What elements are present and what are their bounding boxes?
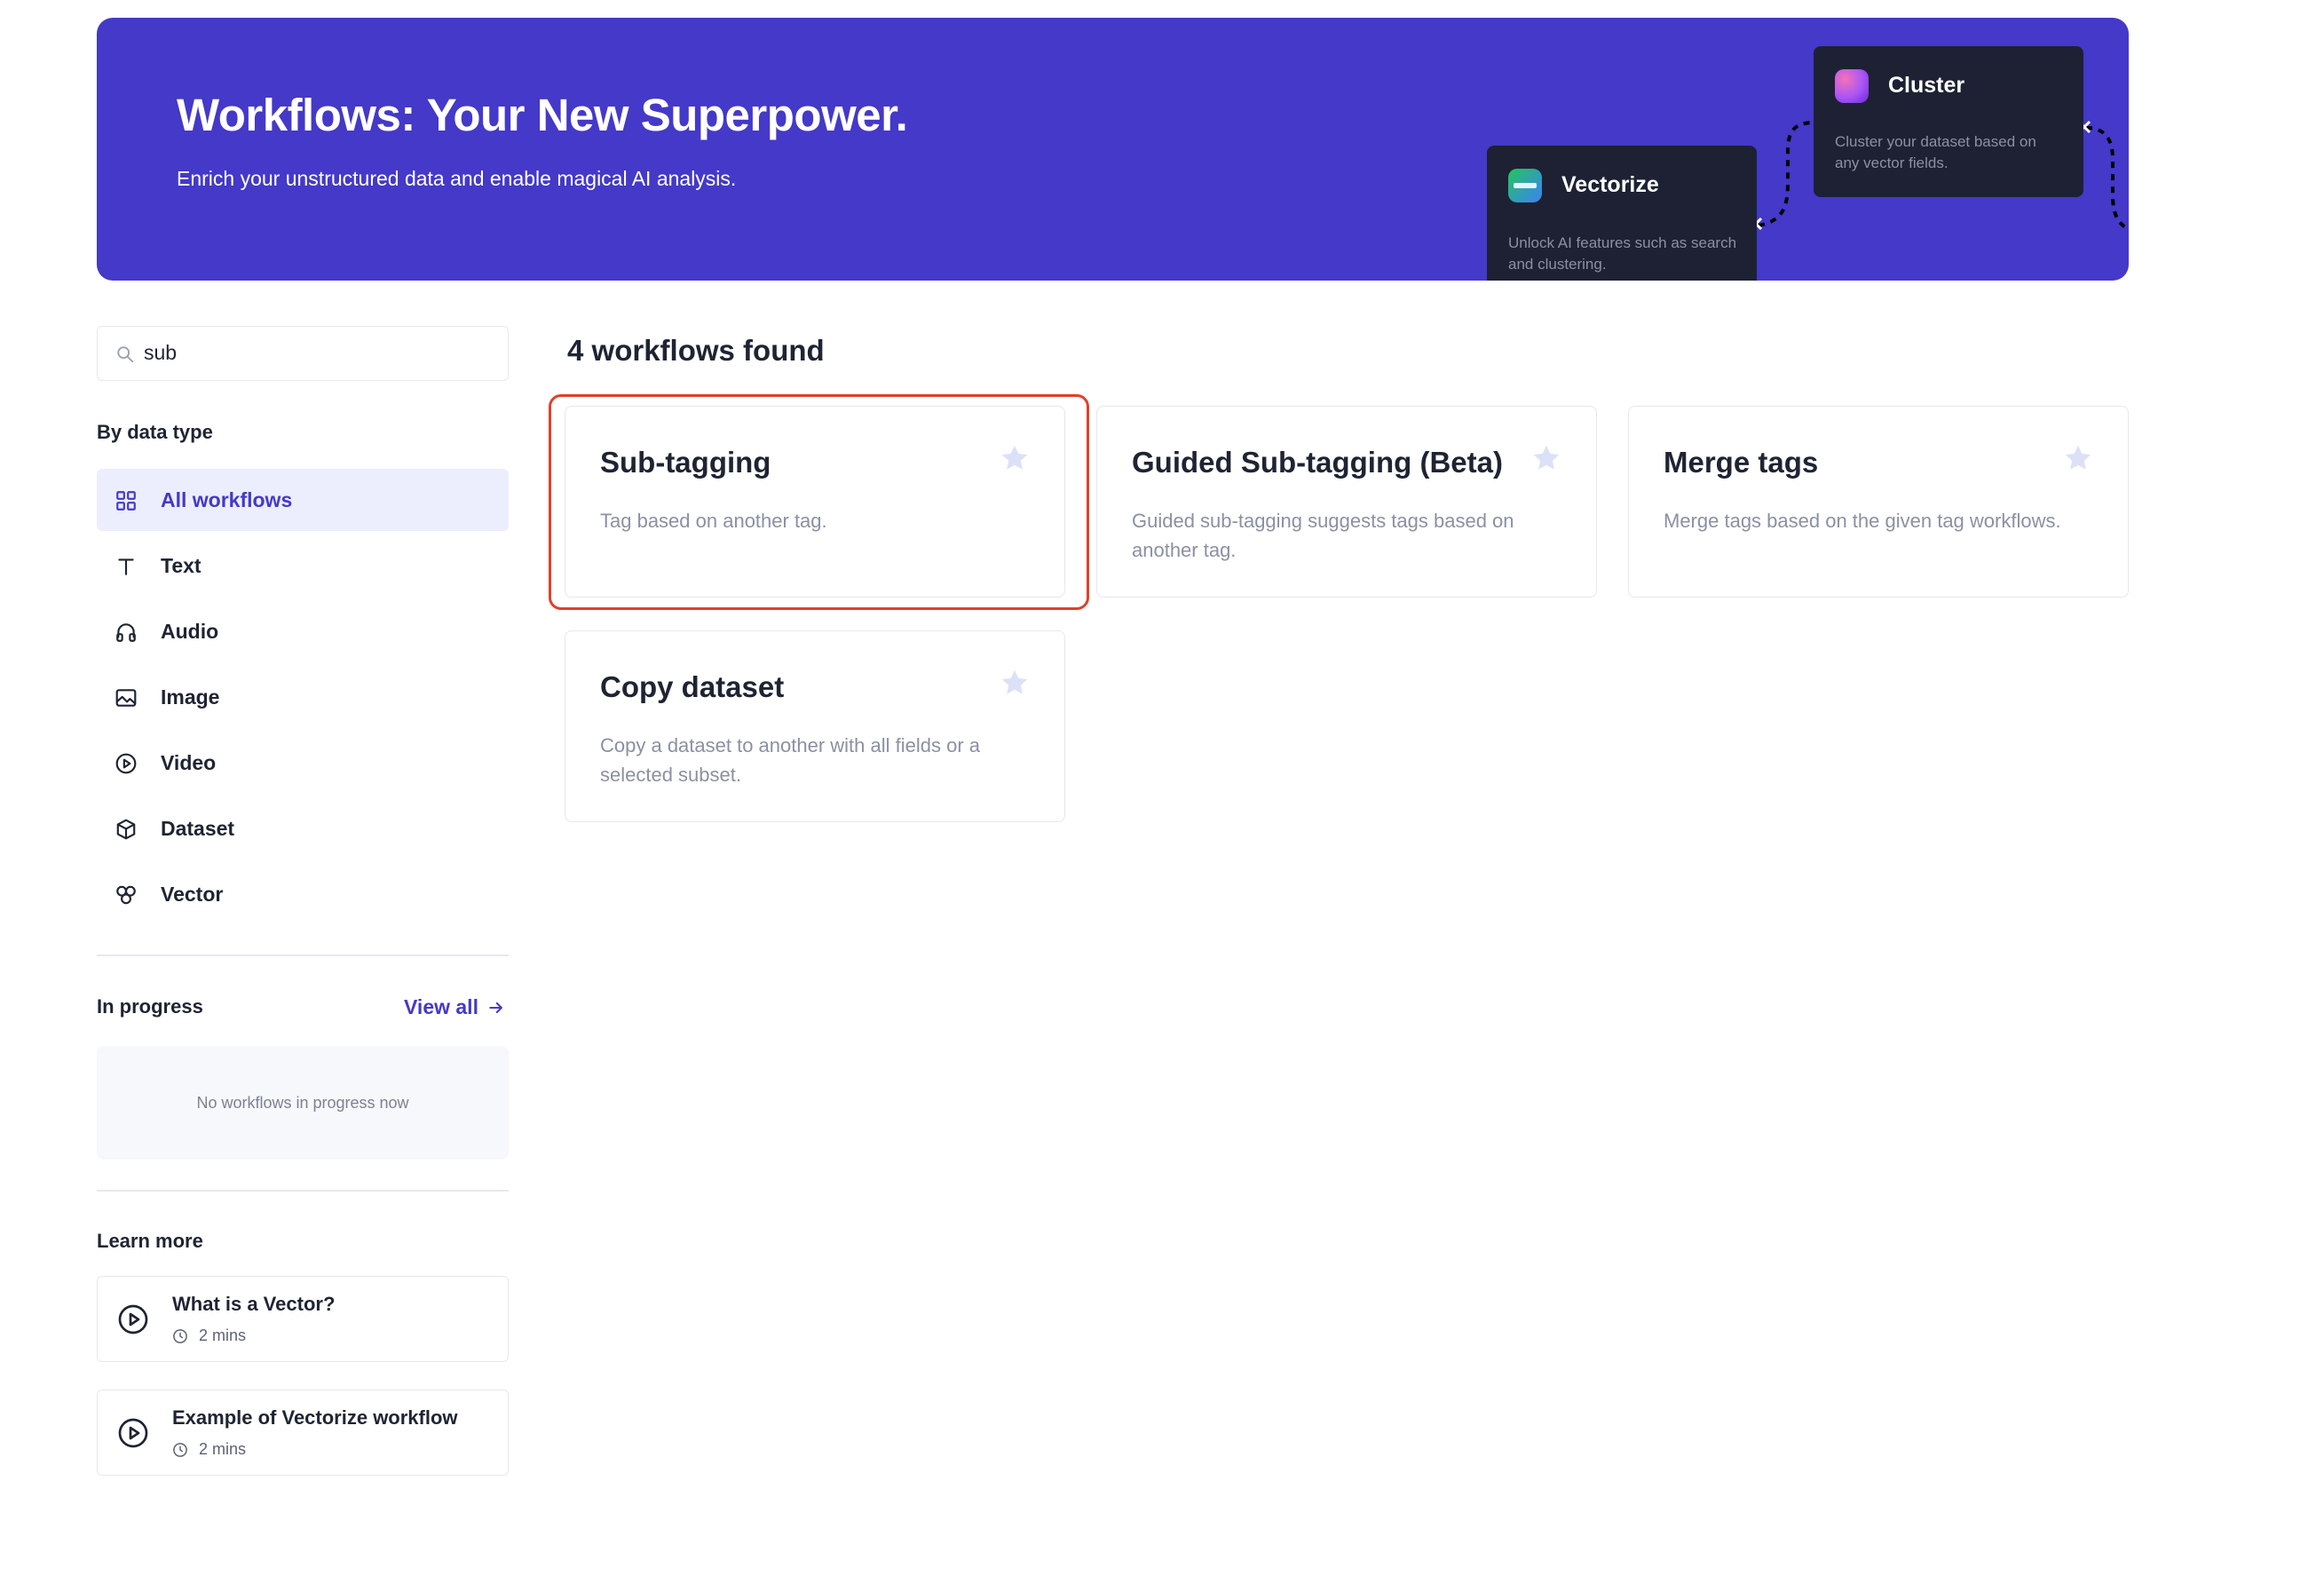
banner-title: Workflows: Your New Superpower. [177,90,908,140]
play-circle-icon [118,1418,148,1448]
sidebar-divider [97,954,509,956]
clock-icon [173,1442,187,1457]
headphones-icon [116,623,136,642]
vectorize-card-title: Vectorize [1561,172,1659,197]
workflow-search-box[interactable] [97,326,509,381]
search-icon [117,346,134,363]
grid-icon [116,491,136,511]
learn-item-title: What is a Vector? [172,1293,336,1315]
play-circle-icon [115,753,137,774]
star-favorite-icon[interactable] [2062,442,2094,474]
text-icon [118,558,134,575]
workflow-card-description: Guided sub-tagging suggests tags based o… [1132,510,1514,561]
results-count-heading: 4 workflows found [567,334,825,367]
workflow-card-description: Copy a dataset to another with all field… [600,734,981,786]
cluster-card-title: Cluster [1888,73,1965,98]
view-all-label: View all [404,995,478,1018]
cluster-app-icon [1835,69,1869,103]
workflow-card-description: Merge tags based on the given tag workfl… [1664,510,2061,532]
empty-state-text: No workflows in progress now [196,1093,409,1112]
workflow-card-title: Copy dataset [600,670,785,703]
sidebar-item-all-workflows[interactable]: All workflows [97,469,509,531]
play-circle-icon [118,1304,148,1335]
sidebar-item-label: Vector [161,883,224,906]
learn-item-meta: 2 mins [172,1327,246,1345]
workflow-card-title: Merge tags [1664,446,1819,479]
sidebar-item-audio[interactable]: Audio [97,600,509,662]
sidebar-item-dataset[interactable]: Dataset [97,797,509,859]
workflow-card-sub-tagging[interactable]: Sub-tagging Tag based on another tag. [565,406,1065,598]
arrow-right-icon [489,1002,502,1013]
banner-subtitle: Enrich your unstructured data and enable… [177,167,737,190]
image-icon [115,689,137,707]
clock-icon [173,1328,187,1343]
sidebar-item-video[interactable]: Video [97,732,509,794]
sidebar-divider [97,1190,509,1192]
vector-icon [116,885,136,905]
view-all-link[interactable]: View all [404,995,505,1019]
sidebar-item-label: Dataset [161,817,235,840]
workflow-card-title: Guided Sub-tagging (Beta) [1132,446,1503,479]
workflow-card-description: Tag based on another tag. [600,510,827,532]
workflow-card-copy-dataset[interactable]: Copy dataset Copy a dataset to another w… [565,630,1065,822]
sidebar-item-label: Image [161,685,220,709]
learn-item-duration: 2 mins [199,1440,247,1458]
learn-item-title: Example of Vectorize workflow [172,1406,458,1429]
cluster-preview-card: Cluster Cluster your dataset based on an… [1814,46,2083,197]
vectorize-card-description: Unlock AI features such as search and cl… [1508,234,1737,273]
by-data-type-heading: By data type [97,421,213,443]
workflow-card-merge-tags[interactable]: Merge tags Merge tags based on the given… [1628,406,2129,598]
in-progress-empty-state: No workflows in progress now [97,1046,509,1160]
sidebar-item-label: All workflows [161,488,293,511]
hero-banner: Workflows: Your New Superpower. Enrich y… [97,18,2129,281]
sidebar-item-label: Audio [161,620,219,643]
learn-more-heading: Learn more [97,1230,203,1252]
vectorize-app-icon [1508,169,1542,202]
learn-item-vectorize-example[interactable]: Example of Vectorize workflow 2 mins [97,1390,509,1476]
learn-item-meta: 2 mins [172,1440,246,1459]
learn-item-duration: 2 mins [199,1327,247,1344]
workflow-card-title: Sub-tagging [600,446,771,479]
vectorize-preview-card: Vectorize Unlock AI features such as sea… [1487,146,1757,281]
workflow-card-guided-sub-tagging[interactable]: Guided Sub-tagging (Beta) Guided sub-tag… [1096,406,1597,598]
sidebar-item-label: Video [161,751,217,774]
search-input[interactable] [144,327,490,378]
star-favorite-icon[interactable] [1530,442,1562,474]
sidebar-item-vector[interactable]: Vector [97,863,509,925]
in-progress-heading: In progress [97,995,203,1018]
sidebar-item-label: Text [161,554,202,577]
sidebar-item-text[interactable]: Text [97,535,509,597]
sidebar-item-image[interactable]: Image [97,666,509,728]
cluster-card-description: Cluster your dataset based on any vector… [1835,133,2036,171]
cube-icon [116,819,136,840]
star-favorite-icon[interactable] [999,667,1031,699]
star-favorite-icon[interactable] [999,442,1031,474]
learn-item-what-is-vector[interactable]: What is a Vector? 2 mins [97,1276,509,1362]
